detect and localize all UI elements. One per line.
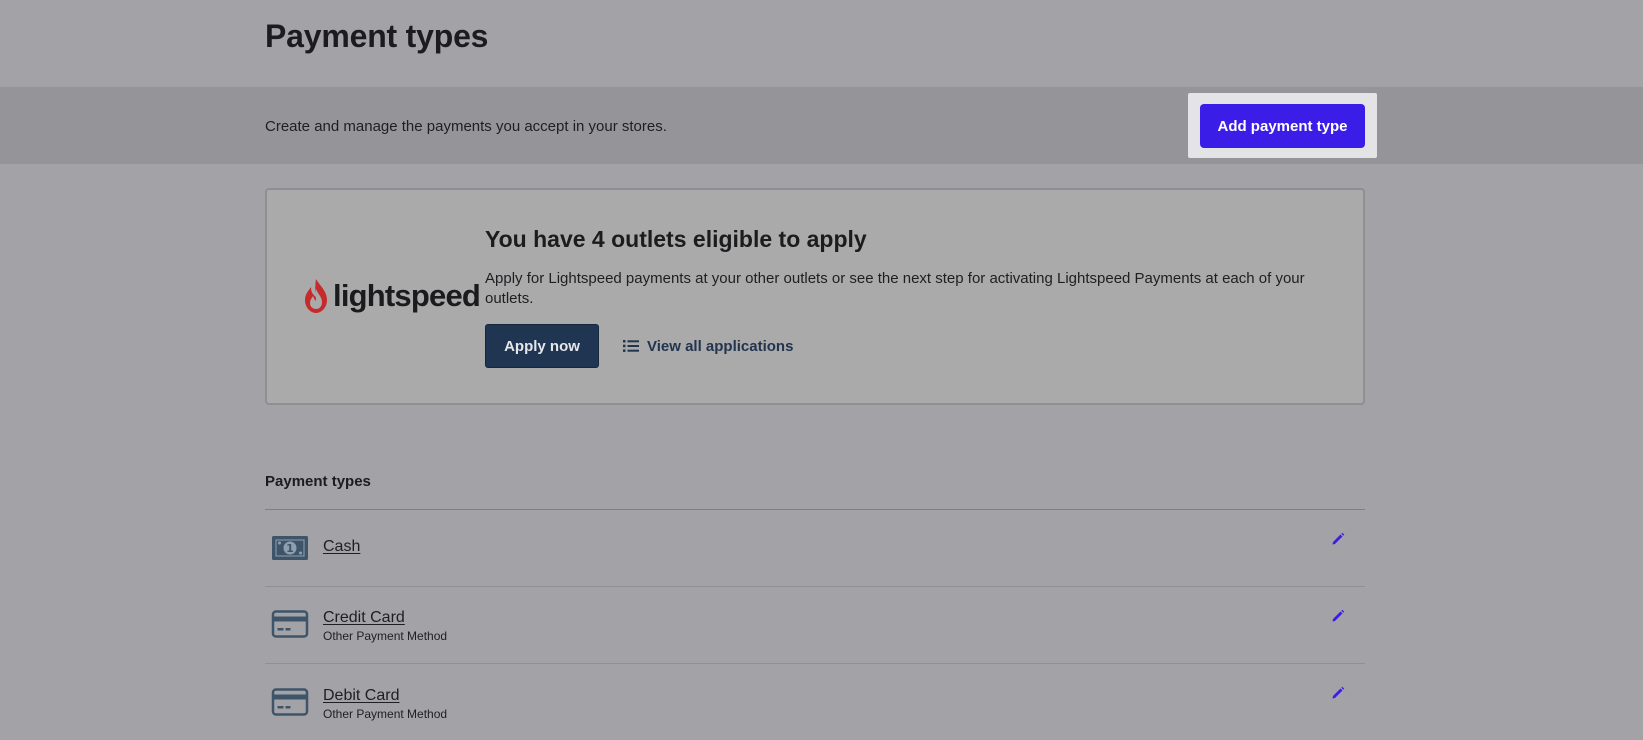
credit-card-icon <box>271 688 309 716</box>
payment-types-page: Payment types Create and manage the paym… <box>0 0 1643 740</box>
apply-now-button[interactable]: Apply now <box>485 324 599 368</box>
payment-type-row[interactable]: 1 Cash <box>265 510 1365 587</box>
svg-text:1: 1 <box>286 542 294 555</box>
add-payment-type-button[interactable]: Add payment type <box>1200 104 1365 148</box>
page-title: Payment types <box>265 18 489 54</box>
payment-type-name[interactable]: Debit Card <box>323 687 399 705</box>
payment-type-subtitle: Other Payment Method <box>323 629 448 643</box>
lightspeed-logo: lightspeed <box>303 276 481 316</box>
page-subheader <box>0 87 1643 164</box>
list-icon <box>623 340 639 352</box>
credit-card-icon <box>271 610 309 638</box>
flame-icon <box>305 279 327 313</box>
lightspeed-promo-card: lightspeed You have 4 outlets eligible t… <box>265 188 1365 405</box>
pencil-icon[interactable] <box>1331 532 1345 546</box>
cash-icon: 1 <box>272 536 308 560</box>
pencil-icon[interactable] <box>1331 609 1345 623</box>
promo-description: Apply for Lightspeed payments at your ot… <box>485 270 1305 307</box>
view-all-applications-label: View all applications <box>647 337 794 355</box>
promo-title: You have 4 outlets eligible to apply <box>485 226 867 252</box>
pencil-icon[interactable] <box>1331 686 1345 700</box>
payment-type-subtitle: Other Payment Method <box>323 707 448 721</box>
page-description: Create and manage the payments you accep… <box>265 118 667 135</box>
section-title: Payment types <box>265 473 371 490</box>
payment-type-row[interactable]: Debit Card Other Payment Method <box>265 664 1365 740</box>
payment-type-name[interactable]: Credit Card <box>323 609 405 627</box>
logo-wordmark: lightspeed <box>333 278 481 313</box>
payment-type-name[interactable]: Cash <box>323 538 360 556</box>
payment-type-row[interactable]: Credit Card Other Payment Method <box>265 587 1365 664</box>
view-all-applications-link[interactable]: View all applications <box>623 335 793 357</box>
